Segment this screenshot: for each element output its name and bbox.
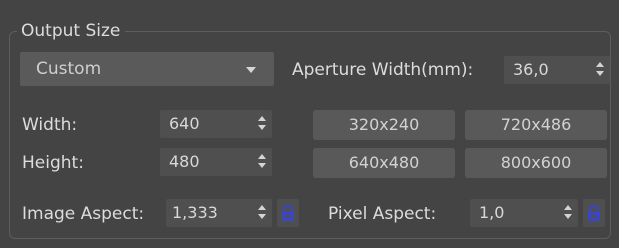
pixel-aspect-lock-button[interactable] — [583, 199, 605, 227]
image-aspect-spinner[interactable]: 1,333 — [166, 199, 272, 227]
spinner-arrows-icon[interactable] — [258, 205, 266, 221]
spinner-arrows-icon[interactable] — [564, 205, 572, 221]
image-aspect-lock-button[interactable] — [277, 199, 299, 227]
image-aspect-label: Image Aspect: — [22, 204, 145, 224]
spinner-arrows-icon[interactable] — [596, 62, 604, 78]
spinner-arrows-icon[interactable] — [258, 116, 266, 132]
aperture-width-value: 36,0 — [513, 60, 549, 79]
preset-button-320x240[interactable]: 320x240 — [313, 110, 455, 140]
pixel-aspect-label: Pixel Aspect: — [328, 204, 437, 224]
preset-button-640x480[interactable]: 640x480 — [313, 148, 455, 178]
lock-icon — [588, 204, 600, 221]
lock-icon — [282, 204, 294, 221]
pixel-aspect-value: 1,0 — [479, 203, 505, 222]
group-title: Output Size — [17, 21, 126, 41]
image-aspect-value: 1,333 — [172, 203, 218, 222]
spinner-arrows-icon[interactable] — [258, 154, 266, 170]
width-label: Width: — [22, 115, 78, 135]
pixel-aspect-spinner[interactable]: 1,0 — [470, 199, 578, 227]
preset-button-720x486[interactable]: 720x486 — [465, 110, 607, 140]
dropdown-arrow-icon — [246, 67, 256, 73]
preset-dropdown-value: Custom — [36, 59, 102, 79]
width-value: 640 — [169, 114, 200, 133]
aperture-width-spinner[interactable]: 36,0 — [504, 56, 610, 84]
output-size-panel: Output Size Custom Aperture Width(mm): 3… — [0, 0, 619, 248]
height-label: Height: — [22, 153, 84, 173]
height-value: 480 — [169, 152, 200, 171]
preset-dropdown[interactable]: Custom — [20, 52, 274, 86]
height-spinner[interactable]: 480 — [160, 148, 272, 176]
width-spinner[interactable]: 640 — [160, 110, 272, 138]
preset-button-800x600[interactable]: 800x600 — [465, 148, 607, 178]
aperture-width-label: Aperture Width(mm): — [292, 60, 474, 80]
